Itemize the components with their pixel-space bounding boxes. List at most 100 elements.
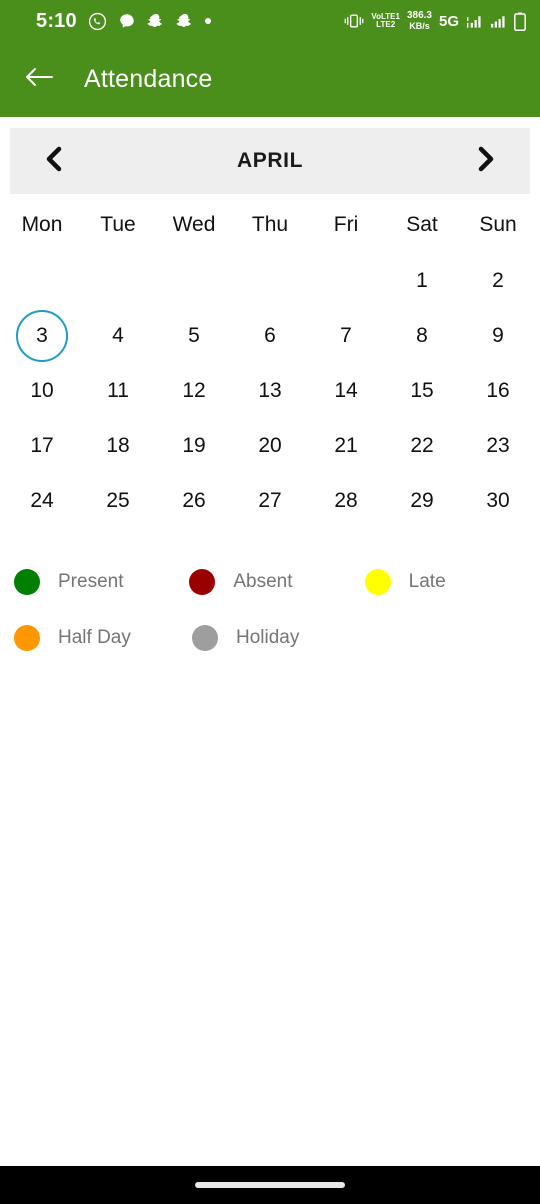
back-arrow-icon <box>24 65 54 94</box>
calendar-day-8[interactable]: 8 <box>384 308 460 363</box>
calendar-day-4[interactable]: 4 <box>80 308 156 363</box>
legend-late: Late <box>364 569 540 595</box>
calendar-day-1[interactable]: 1 <box>384 253 460 308</box>
system-navigation-bar <box>0 1166 540 1204</box>
calendar-day-5[interactable]: 5 <box>156 308 232 363</box>
volte-indicator: VoLTE1 LTE2 <box>371 13 400 29</box>
calendar-day-15[interactable]: 15 <box>384 363 460 418</box>
calendar-day-empty <box>308 253 384 308</box>
calendar-weekday-header: Mon Tue Wed Thu Fri Sat Sun <box>4 194 536 253</box>
calendar-day-7[interactable]: 7 <box>308 308 384 363</box>
legend-color-dot <box>192 625 218 651</box>
signal-bars-icon <box>466 13 483 29</box>
calendar-day-2[interactable]: 2 <box>460 253 536 308</box>
calendar-day-empty <box>156 253 232 308</box>
calendar-day-16[interactable]: 16 <box>460 363 536 418</box>
calendar-week-row: 17 18 19 20 21 22 23 <box>4 418 536 473</box>
calendar-weekday-sat: Sat <box>406 213 438 236</box>
snapchat-icon <box>147 12 165 30</box>
calendar-week-row: 3 4 5 6 7 8 9 <box>4 308 536 363</box>
dot-icon <box>204 18 211 24</box>
back-button[interactable] <box>22 63 56 97</box>
calendar-day-number: 1 <box>416 268 428 292</box>
legend-row: Half Day Holiday <box>0 610 540 666</box>
legend-label: Absent <box>233 571 293 592</box>
next-month-button[interactable] <box>466 141 506 181</box>
calendar-day-number: 9 <box>492 323 504 347</box>
message-icon <box>118 12 136 30</box>
calendar-day-9[interactable]: 9 <box>460 308 536 363</box>
calendar-day-empty <box>80 253 156 308</box>
calendar-day-number: 27 <box>258 488 282 512</box>
calendar-day-24[interactable]: 24 <box>4 473 80 528</box>
legend-label: Holiday <box>236 627 300 648</box>
calendar-day-number: 5 <box>188 323 200 347</box>
battery-icon <box>514 12 526 31</box>
legend-holiday: Holiday <box>192 625 370 651</box>
calendar-weekday-sun: Sun <box>479 213 517 236</box>
calendar-day-number: 15 <box>410 378 434 402</box>
calendar-day-number: 23 <box>486 433 510 457</box>
calendar-day-19[interactable]: 19 <box>156 418 232 473</box>
calendar-day-number: 10 <box>30 378 54 402</box>
status-bar: 5:10 VoLTE1 LTE2 386.3 KB/s 5G <box>0 0 540 42</box>
network-speed-indicator: 386.3 KB/s <box>407 11 432 31</box>
chevron-right-icon <box>474 145 498 178</box>
calendar-day-28[interactable]: 28 <box>308 473 384 528</box>
calendar-day-number: 29 <box>410 488 434 512</box>
legend-present: Present <box>14 569 189 595</box>
calendar-day-number: 21 <box>334 433 358 457</box>
home-indicator[interactable] <box>195 1182 345 1188</box>
signal-bars-icon <box>490 13 507 29</box>
calendar-day-6[interactable]: 6 <box>232 308 308 363</box>
previous-month-button[interactable] <box>34 141 74 181</box>
calendar-day-number: 11 <box>107 378 129 402</box>
legend-label: Late <box>408 571 446 592</box>
calendar-day-number: 12 <box>182 378 206 402</box>
calendar-day-12[interactable]: 12 <box>156 363 232 418</box>
calendar-day-13[interactable]: 13 <box>232 363 308 418</box>
calendar-day-17[interactable]: 17 <box>4 418 80 473</box>
calendar-day-10[interactable]: 10 <box>4 363 80 418</box>
legend-row: Present Absent Late <box>0 554 540 610</box>
calendar-weekday-mon: Mon <box>21 213 63 236</box>
calendar-day-number: 6 <box>264 323 276 347</box>
vibrate-icon <box>344 13 364 29</box>
legend-color-dot <box>189 569 216 595</box>
calendar-day-number: 20 <box>258 433 282 457</box>
calendar-day-number: 25 <box>106 488 130 512</box>
calendar-day-30[interactable]: 30 <box>460 473 536 528</box>
network-speed-value: 386.3 <box>406 10 432 22</box>
calendar-day-23[interactable]: 23 <box>460 418 536 473</box>
volte-line-2: LTE2 <box>376 20 396 29</box>
calendar-day-number: 8 <box>416 323 428 347</box>
legend-color-dot <box>14 569 40 595</box>
calendar-day-number: 19 <box>182 433 206 457</box>
calendar-day-21[interactable]: 21 <box>308 418 384 473</box>
network-speed-unit: KB/s <box>409 20 430 31</box>
calendar-day-25[interactable]: 25 <box>80 473 156 528</box>
calendar-day-number: 13 <box>258 378 282 402</box>
calendar-day-22[interactable]: 22 <box>384 418 460 473</box>
calendar-day-number: 18 <box>106 433 130 457</box>
calendar-day-empty <box>4 253 80 308</box>
calendar-day-number: 7 <box>340 323 352 347</box>
whatsapp-icon <box>88 12 107 31</box>
calendar-day-27[interactable]: 27 <box>232 473 308 528</box>
calendar-day-3[interactable]: 3 <box>4 308 80 363</box>
status-bar-right: VoLTE1 LTE2 386.3 KB/s 5G <box>344 11 526 31</box>
calendar-day-14[interactable]: 14 <box>308 363 384 418</box>
calendar-week-row: 10 11 12 13 14 15 16 <box>4 363 536 418</box>
calendar-day-20[interactable]: 20 <box>232 418 308 473</box>
status-bar-left: 5:10 <box>36 10 211 33</box>
attendance-legend: Present Absent Late Half Day Holiday <box>0 528 540 666</box>
calendar-day-number: 24 <box>30 488 54 512</box>
calendar-day-number: 22 <box>410 433 434 457</box>
calendar-day-11[interactable]: 11 <box>80 363 156 418</box>
page-title: Attendance <box>84 65 213 93</box>
calendar-day-26[interactable]: 26 <box>156 473 232 528</box>
calendar-week-row: 24 25 26 27 28 29 30 <box>4 473 536 528</box>
calendar-day-18[interactable]: 18 <box>80 418 156 473</box>
current-month-label: APRIL <box>237 149 303 172</box>
calendar-day-29[interactable]: 29 <box>384 473 460 528</box>
